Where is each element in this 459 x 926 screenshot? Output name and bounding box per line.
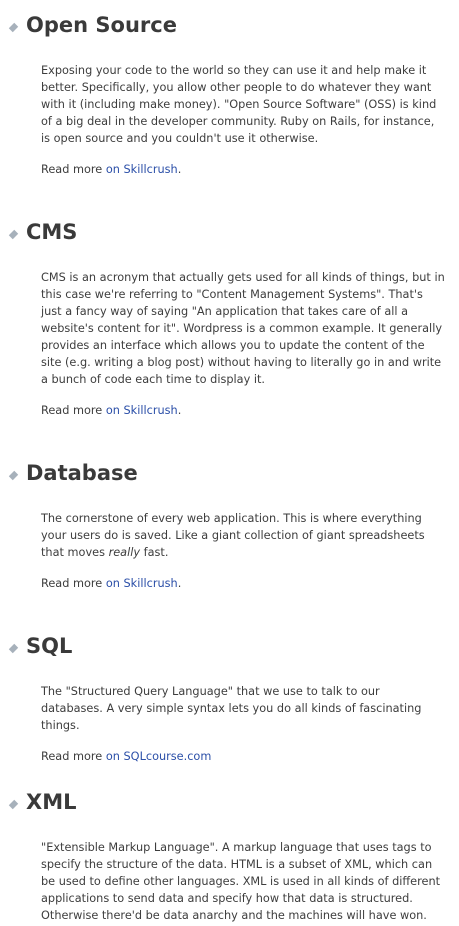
term-header: XML bbox=[0, 789, 459, 819]
diamond-bullet-icon bbox=[8, 22, 19, 33]
diamond-bullet-icon bbox=[8, 229, 19, 240]
term-title: XML bbox=[26, 790, 77, 814]
read-more: Read more on Skillcrush. bbox=[0, 161, 459, 178]
term-title: Open Source bbox=[26, 13, 177, 37]
read-more: Read more on SQLcourse.com bbox=[0, 748, 459, 765]
read-more-prefix: Read more bbox=[41, 163, 106, 176]
read-more-prefix: Read more bbox=[41, 750, 106, 763]
term-section-cms: CMS CMS is an acronym that actually gets… bbox=[0, 219, 459, 419]
read-more-suffix: . bbox=[177, 404, 182, 417]
term-header: CMS bbox=[0, 219, 459, 249]
read-more: Read more on Skillcrush. bbox=[0, 575, 459, 592]
term-description: The cornerstone of every web application… bbox=[0, 510, 459, 561]
term-section-database: Database The cornerstone of every web ap… bbox=[0, 460, 459, 592]
term-section-xml: XML "Extensible Markup Language". A mark… bbox=[0, 789, 459, 924]
read-more: Read more on Skillcrush. bbox=[0, 402, 459, 419]
term-title: Database bbox=[26, 461, 138, 485]
read-more-prefix: Read more bbox=[41, 404, 106, 417]
term-description: CMS is an acronym that actually gets use… bbox=[41, 271, 445, 386]
term-description: "Extensible Markup Language". A markup l… bbox=[41, 841, 441, 922]
term-title: SQL bbox=[26, 634, 73, 658]
term-header: Open Source bbox=[0, 12, 459, 42]
read-more-link[interactable]: on Skillcrush bbox=[106, 577, 178, 590]
term-header: SQL bbox=[0, 633, 459, 663]
description-text: The cornerstone of every web application… bbox=[41, 512, 425, 559]
diamond-bullet-icon bbox=[8, 643, 19, 654]
read-more-suffix: . bbox=[177, 577, 182, 590]
term-description: The "Structured Query Language" that we … bbox=[41, 685, 422, 732]
read-more-prefix: Read more bbox=[41, 577, 106, 590]
diamond-bullet-icon bbox=[8, 470, 19, 481]
term-description: Exposing your code to the world so they … bbox=[41, 64, 437, 145]
read-more-link[interactable]: on SQLcourse.com bbox=[106, 750, 212, 763]
term-title: CMS bbox=[26, 220, 78, 244]
diamond-bullet-icon bbox=[8, 799, 19, 810]
term-section-sql: SQL The "Structured Query Language" that… bbox=[0, 633, 459, 765]
term-header: Database bbox=[0, 460, 459, 490]
description-text: fast. bbox=[140, 546, 169, 559]
description-emphasis: really bbox=[108, 546, 141, 559]
read-more-suffix: . bbox=[177, 163, 182, 176]
read-more-link[interactable]: on Skillcrush bbox=[106, 163, 178, 176]
term-section-open-source: Open Source Exposing your code to the wo… bbox=[0, 12, 459, 178]
read-more-link[interactable]: on Skillcrush bbox=[106, 404, 178, 417]
